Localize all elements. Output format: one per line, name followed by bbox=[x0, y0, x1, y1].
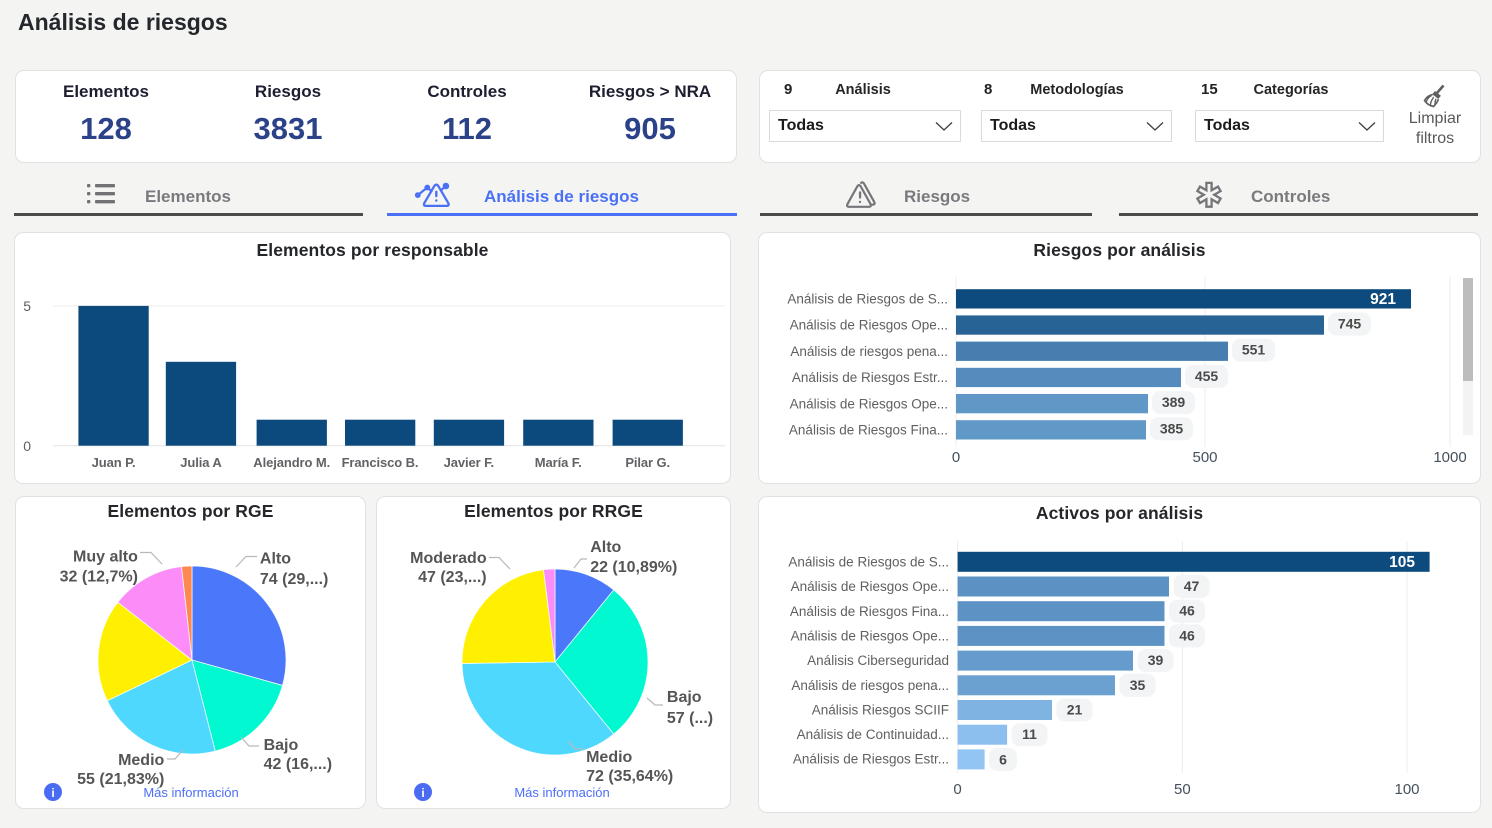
svg-text:Análisis de Continuidad...: Análisis de Continuidad... bbox=[797, 727, 949, 742]
svg-text:Juan P.: Juan P. bbox=[92, 455, 136, 470]
svg-text:32 (12,7%): 32 (12,7%) bbox=[60, 568, 138, 585]
svg-text:Análisis de Riesgos de S...: Análisis de Riesgos de S... bbox=[787, 292, 948, 307]
svg-text:Moderado: Moderado bbox=[410, 550, 487, 567]
svg-text:100: 100 bbox=[1394, 781, 1419, 798]
svg-text:74 (29,...): 74 (29,...) bbox=[260, 571, 328, 588]
svg-text:Medio: Medio bbox=[586, 749, 632, 766]
svg-text:46: 46 bbox=[1179, 627, 1195, 643]
svg-text:745: 745 bbox=[1338, 316, 1362, 332]
svg-text:Análisis Riesgos SCIIF: Análisis Riesgos SCIIF bbox=[812, 702, 949, 717]
svg-text:Más información: Más información bbox=[514, 785, 609, 800]
svg-text:42 (16,...): 42 (16,...) bbox=[264, 756, 332, 773]
svg-text:57 (...): 57 (...) bbox=[667, 710, 713, 727]
svg-text:Análisis de Riesgos Estr...: Análisis de Riesgos Estr... bbox=[793, 752, 949, 767]
svg-text:Bajo: Bajo bbox=[667, 689, 702, 706]
svg-text:5: 5 bbox=[23, 298, 31, 314]
svg-text:Más información: Más información bbox=[143, 785, 238, 800]
svg-text:i: i bbox=[51, 786, 54, 800]
svg-text:Bajo: Bajo bbox=[264, 737, 299, 754]
svg-text:500: 500 bbox=[1192, 449, 1217, 466]
svg-text:389: 389 bbox=[1162, 394, 1186, 410]
svg-text:0: 0 bbox=[953, 781, 961, 798]
svg-text:105: 105 bbox=[1389, 554, 1415, 571]
svg-text:Análisis de riesgos pena...: Análisis de riesgos pena... bbox=[791, 678, 949, 693]
svg-text:72 (35,64%): 72 (35,64%) bbox=[586, 768, 673, 785]
svg-text:21: 21 bbox=[1067, 702, 1083, 718]
svg-text:Javier F.: Javier F. bbox=[444, 455, 494, 470]
svg-text:385: 385 bbox=[1160, 420, 1184, 436]
svg-text:47 (23,...): 47 (23,...) bbox=[418, 569, 486, 586]
svg-text:Francisco B.: Francisco B. bbox=[342, 455, 419, 470]
svg-text:50: 50 bbox=[1174, 781, 1191, 798]
svg-text:0: 0 bbox=[23, 438, 31, 454]
svg-text:47: 47 bbox=[1184, 578, 1200, 594]
svg-text:0: 0 bbox=[952, 449, 960, 466]
svg-text:46: 46 bbox=[1179, 603, 1195, 619]
svg-text:22 (10,89%): 22 (10,89%) bbox=[590, 559, 677, 576]
svg-text:921: 921 bbox=[1370, 291, 1396, 308]
svg-text:35: 35 bbox=[1130, 677, 1146, 693]
svg-text:Análisis de Riesgos Ope...: Análisis de Riesgos Ope... bbox=[791, 579, 949, 594]
svg-text:Julia A: Julia A bbox=[180, 455, 222, 470]
svg-text:Análisis de Riesgos Ope...: Análisis de Riesgos Ope... bbox=[790, 396, 948, 411]
svg-text:Análisis de Riesgos de S...: Análisis de Riesgos de S... bbox=[788, 555, 949, 570]
svg-text:Análisis de Riesgos Fina...: Análisis de Riesgos Fina... bbox=[790, 604, 949, 619]
svg-text:39: 39 bbox=[1148, 652, 1164, 668]
svg-text:Pilar G.: Pilar G. bbox=[625, 455, 670, 470]
svg-text:6: 6 bbox=[999, 751, 1007, 767]
svg-text:Alto: Alto bbox=[260, 551, 291, 568]
svg-text:Análisis de Riesgos Ope...: Análisis de Riesgos Ope... bbox=[791, 629, 949, 644]
svg-text:455: 455 bbox=[1195, 368, 1219, 384]
svg-text:Análisis de riesgos pena...: Análisis de riesgos pena... bbox=[790, 344, 948, 359]
svg-text:Alejandro M.: Alejandro M. bbox=[253, 455, 330, 470]
svg-text:Análisis de Riesgos Estr...: Análisis de Riesgos Estr... bbox=[792, 370, 948, 385]
svg-text:i: i bbox=[421, 786, 424, 800]
svg-text:María F.: María F. bbox=[535, 455, 582, 470]
svg-text:551: 551 bbox=[1242, 342, 1266, 358]
svg-text:Análisis Ciberseguridad: Análisis Ciberseguridad bbox=[807, 653, 949, 668]
svg-text:Análisis de Riesgos Fina...: Análisis de Riesgos Fina... bbox=[789, 423, 948, 438]
svg-text:1000: 1000 bbox=[1433, 449, 1466, 466]
svg-text:11: 11 bbox=[1022, 726, 1037, 742]
svg-text:Medio: Medio bbox=[118, 752, 164, 769]
svg-text:Muy alto: Muy alto bbox=[73, 548, 138, 565]
svg-text:Alto: Alto bbox=[590, 539, 621, 556]
svg-text:Análisis de Riesgos Ope...: Análisis de Riesgos Ope... bbox=[790, 318, 948, 333]
